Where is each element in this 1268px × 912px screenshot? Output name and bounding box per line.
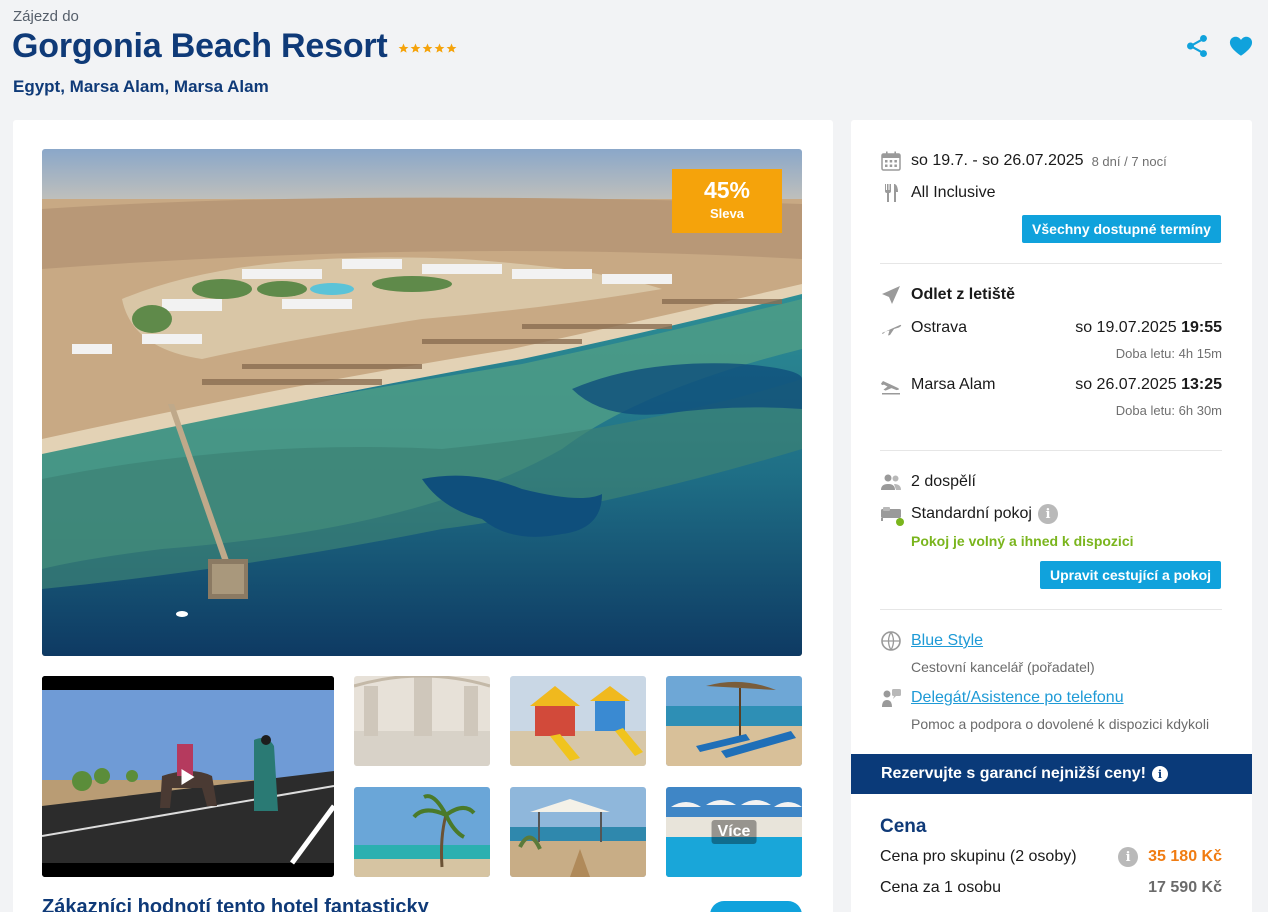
info-icon[interactable]: i xyxy=(1152,766,1168,782)
page-title: Gorgonia Beach Resort xyxy=(12,27,457,66)
group-price-label: Cena pro skupinu (2 osoby) xyxy=(880,848,1077,865)
rating-title: Zákazníci hodnotí tento hotel fantastick… xyxy=(42,896,429,912)
outbound-flight-time: Doba letu: 4h 15m xyxy=(1115,346,1222,361)
departure-heading-row: Odlet z letiště xyxy=(880,284,1222,306)
landing-icon xyxy=(880,374,902,396)
globe-icon xyxy=(880,630,902,652)
inbound-flight-time: Doba letu: 6h 30m xyxy=(1115,403,1222,418)
group-price-row: Cena pro skupinu (2 osoby) i 35 180 Kč xyxy=(880,847,1222,867)
person-price-row: Cena za 1 osobu 17 590 Kč xyxy=(880,879,1222,897)
star-icon xyxy=(398,43,408,53)
inbound-time: 13:25 xyxy=(1181,376,1222,393)
hotel-name: Gorgonia Beach Resort xyxy=(12,27,388,65)
organizer-link[interactable]: Blue Style xyxy=(911,632,983,650)
star-icon xyxy=(422,43,432,53)
bed-icon xyxy=(880,503,904,526)
play-icon[interactable] xyxy=(181,768,195,785)
beach-bar-image xyxy=(510,787,646,877)
person-price-label: Cena za 1 osobu xyxy=(880,879,1001,896)
room-row: Standardní pokoj i xyxy=(880,503,1222,526)
info-icon[interactable]: i xyxy=(1037,504,1058,524)
inbound-date: so 26.07.2025 xyxy=(1075,376,1177,393)
star-icon xyxy=(434,43,444,53)
outbound-airport: Ostrava xyxy=(911,319,968,336)
playground-image xyxy=(510,676,646,766)
share-icon[interactable] xyxy=(1184,33,1210,59)
trip-dates: so 19.7. - so 26.07.2025 xyxy=(911,152,1084,169)
fork-knife-icon xyxy=(880,182,902,204)
inbound-row: Marsa Alam so 26.07.2025 13:25 xyxy=(880,374,1222,396)
guarantee-text: Rezervujte s garancí nejnižší ceny! xyxy=(881,765,1146,782)
outbound-date: so 19.07.2025 xyxy=(1075,319,1177,336)
organizer-row: Blue Style xyxy=(880,630,1222,652)
dates-row: so 19.7. - so 26.07.2025 8 dní / 7 nocí xyxy=(880,150,1222,172)
gallery-card: 45% Sleva Více Zákazníci hodnotí tento h… xyxy=(13,120,833,912)
heart-icon[interactable] xyxy=(1228,33,1254,59)
board-type: All Inclusive xyxy=(911,184,996,201)
booking-card: so 19.7. - so 26.07.2025 8 dní / 7 nocí … xyxy=(851,120,1252,912)
inbound-airport: Marsa Alam xyxy=(911,376,996,393)
availability-dot xyxy=(896,518,904,526)
hotel-location: Egypt, Marsa Alam, Marsa Alam xyxy=(13,77,269,96)
info-icon[interactable]: i xyxy=(1118,847,1139,867)
travellers-count: 2 dospělí xyxy=(911,473,976,490)
more-photos-label[interactable]: Více xyxy=(711,820,757,844)
header-actions xyxy=(1184,33,1254,59)
calendar-icon xyxy=(880,150,902,172)
people-icon xyxy=(880,471,902,493)
rating-badge[interactable] xyxy=(710,901,802,912)
discount-label: Sleva xyxy=(710,206,744,221)
support-icon xyxy=(880,687,902,709)
plane-icon xyxy=(880,284,902,306)
board-row: All Inclusive xyxy=(880,182,1222,204)
thumbnail-playground[interactable] xyxy=(510,676,646,766)
assistance-link[interactable]: Delegát/Asistence po telefonu xyxy=(911,689,1124,707)
pre-title: Zájezd do xyxy=(13,8,79,25)
trip-duration: 8 dní / 7 nocí xyxy=(1091,153,1167,169)
assistance-row: Delegát/Asistence po telefonu xyxy=(880,687,1222,709)
room-availability: Pokoj je volný a ihned k dispozici xyxy=(911,533,1134,549)
lobby-image xyxy=(354,676,490,766)
discount-badge: 45% Sleva xyxy=(672,169,782,233)
travellers-row: 2 dospělí xyxy=(880,471,1222,493)
price-heading: Cena xyxy=(880,816,927,837)
star-rating xyxy=(398,43,457,54)
edit-travellers-button[interactable]: Upravit cestující a pokoj xyxy=(1040,561,1221,589)
group-price: 35 180 Kč xyxy=(1148,848,1222,865)
room-type: Standardní pokoj xyxy=(911,505,1032,522)
thumbnail-lobby[interactable] xyxy=(354,676,490,766)
outbound-row: Ostrava so 19.07.2025 19:55 xyxy=(880,317,1222,339)
thumbnail-palm[interactable] xyxy=(354,787,490,877)
star-icon xyxy=(446,43,456,53)
outbound-datetime: so 19.07.2025 19:55 xyxy=(1075,319,1222,337)
price-guarantee-banner: Rezervujte s garancí nejnižší ceny! i xyxy=(851,754,1252,794)
star-icon xyxy=(410,43,420,53)
palm-image xyxy=(354,787,490,877)
discount-percent: 45% xyxy=(703,177,751,203)
outbound-time: 19:55 xyxy=(1181,319,1222,336)
assistance-description: Pomoc a podpora o dovolené k dispozici k… xyxy=(911,716,1210,732)
organizer-role: Cestovní kancelář (pořadatel) xyxy=(911,659,1095,675)
thumbnail-beach-bar[interactable] xyxy=(510,787,646,877)
thumbnail-beach-loungers[interactable] xyxy=(666,676,802,766)
takeoff-icon xyxy=(880,317,902,339)
beach-loungers-image xyxy=(666,676,802,766)
divider xyxy=(880,263,1222,264)
video-thumbnail[interactable] xyxy=(42,676,334,877)
departure-heading: Odlet z letiště xyxy=(911,286,1016,303)
divider xyxy=(880,609,1222,610)
all-dates-button[interactable]: Všechny dostupné termíny xyxy=(1022,215,1221,243)
inbound-datetime: so 26.07.2025 13:25 xyxy=(1075,376,1222,394)
person-price: 17 590 Kč xyxy=(1148,879,1222,896)
thumbnail-pool[interactable]: Více xyxy=(666,787,802,877)
main-photo[interactable]: 45% Sleva xyxy=(42,149,802,656)
divider xyxy=(880,450,1222,451)
